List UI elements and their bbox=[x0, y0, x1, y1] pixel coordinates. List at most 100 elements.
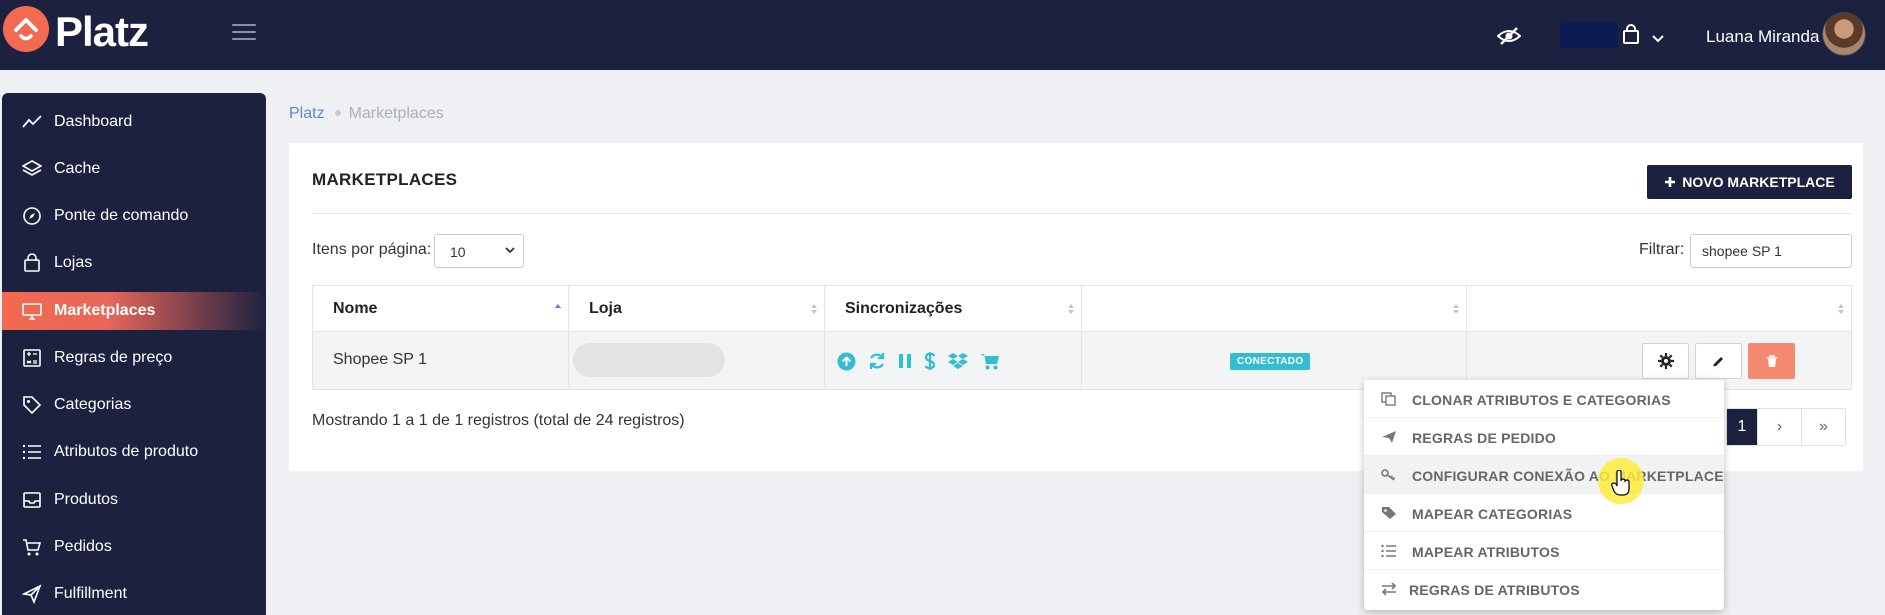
refresh-icon[interactable] bbox=[868, 352, 886, 370]
monitor-icon bbox=[22, 303, 42, 320]
pagination-info: Mostrando 1 a 1 de 1 registros (total de… bbox=[312, 412, 685, 429]
compass-icon bbox=[23, 207, 41, 225]
top-bar: Platz Luana Miranda bbox=[0, 0, 1885, 70]
pencil-icon bbox=[1713, 356, 1723, 367]
store-placeholder bbox=[573, 343, 725, 377]
sidebar-item-label: Cache bbox=[54, 160, 101, 177]
page-title: MARKETPLACES bbox=[312, 170, 458, 189]
per-page-label: Itens por página: bbox=[312, 241, 432, 258]
brand-name[interactable]: Platz bbox=[55, 8, 149, 56]
breadcrumb-root[interactable]: Platz bbox=[289, 105, 325, 122]
cell-nome: Shopee SP 1 bbox=[313, 332, 569, 390]
sidebar-item-regras-de-preco[interactable]: Regras de preço bbox=[2, 339, 266, 377]
hide-eye-icon[interactable] bbox=[1496, 26, 1522, 51]
sidebar-item-atributos-de-produto[interactable]: Atributos de produto bbox=[2, 433, 266, 471]
marketplace-actions-menu: CLONAR ATRIBUTOS E CATEGORIAS REGRAS DE … bbox=[1364, 380, 1724, 610]
cell-loja bbox=[569, 332, 825, 390]
sort-icon bbox=[811, 304, 817, 314]
shopping-bag-icon[interactable] bbox=[1622, 24, 1640, 49]
menu-item-label: CONFIGURAR CONEXÃO AO MARKETPLACE bbox=[1412, 468, 1724, 484]
user-name[interactable]: Luana Miranda bbox=[1706, 27, 1819, 47]
menu-item-clonar[interactable]: CLONAR ATRIBUTOS E CATEGORIAS bbox=[1364, 380, 1724, 418]
menu-item-configurar-conexao[interactable]: CONFIGURAR CONEXÃO AO MARKETPLACE bbox=[1364, 456, 1724, 494]
sidebar-item-label: Ponte de comando bbox=[54, 207, 189, 224]
menu-item-mapear-atributos[interactable]: MAPEAR ATRIBUTOS bbox=[1364, 532, 1724, 570]
menu-item-regras-de-pedido[interactable]: REGRAS DE PEDIDO bbox=[1364, 418, 1724, 456]
settings-button[interactable] bbox=[1642, 343, 1689, 379]
sidebar-item-label: Regras de preço bbox=[54, 349, 173, 366]
column-header-actions[interactable] bbox=[1467, 286, 1851, 331]
paper-plane-icon bbox=[1382, 431, 1396, 443]
sidebar-item-lojas[interactable]: Lojas bbox=[2, 244, 266, 282]
status-badge: CONECTADO bbox=[1230, 353, 1311, 370]
sidebar-item-categorias[interactable]: Categorias bbox=[2, 386, 266, 424]
sidebar-item-dashboard[interactable]: Dashboard bbox=[2, 103, 266, 141]
menu-item-label: CLONAR ATRIBUTOS E CATEGORIAS bbox=[1412, 392, 1671, 408]
column-header-nome[interactable]: Nome bbox=[313, 286, 569, 331]
column-header-status[interactable] bbox=[1082, 286, 1467, 331]
per-page-select[interactable]: 10 bbox=[434, 234, 524, 268]
sidebar-item-label: Dashboard bbox=[54, 113, 133, 130]
cart-icon[interactable] bbox=[980, 352, 1001, 370]
cart-icon bbox=[23, 539, 42, 556]
sidebar-item-label: Marketplaces bbox=[54, 302, 156, 319]
sidebar-item-pedidos[interactable]: Pedidos bbox=[2, 528, 266, 566]
sidebar: Dashboard Cache Ponte de comando Lojas M… bbox=[2, 93, 266, 615]
sort-icon bbox=[1453, 304, 1459, 314]
copy-icon bbox=[1381, 392, 1396, 406]
breadcrumb-current: Marketplaces bbox=[348, 105, 444, 122]
menu-toggle-icon[interactable] bbox=[232, 24, 256, 42]
edit-button[interactable] bbox=[1695, 343, 1742, 379]
page-button[interactable]: 1 bbox=[1727, 409, 1757, 445]
key-icon bbox=[1381, 469, 1396, 481]
sidebar-item-label: Produtos bbox=[54, 491, 119, 508]
avatar[interactable] bbox=[1822, 12, 1866, 56]
column-header-loja[interactable]: Loja bbox=[569, 286, 825, 331]
shopping-bag-icon bbox=[24, 253, 40, 272]
sort-icon bbox=[1068, 304, 1074, 314]
marketplace-name: Shopee SP 1 bbox=[333, 351, 428, 368]
dropbox-icon[interactable] bbox=[948, 352, 968, 370]
list-icon bbox=[1381, 544, 1396, 558]
platz-logo-icon[interactable] bbox=[3, 6, 49, 52]
marketplaces-table: Nome Loja Sincronizações Shopee SP 1 CON… bbox=[312, 285, 1852, 390]
hand-cursor-icon bbox=[1611, 470, 1630, 496]
sidebar-item-label: Categorias bbox=[54, 396, 132, 413]
column-header-label: Loja bbox=[589, 300, 622, 317]
pause-icon[interactable] bbox=[898, 353, 912, 369]
new-marketplace-label: NOVO MARKETPLACE bbox=[1682, 174, 1835, 190]
exchange-icon bbox=[1381, 582, 1397, 596]
column-header-sincronizacoes[interactable]: Sincronizações bbox=[825, 286, 1082, 331]
layers-icon bbox=[22, 160, 42, 176]
sidebar-item-fulfillment[interactable]: Fulfillment bbox=[2, 575, 266, 613]
tag-icon bbox=[1382, 507, 1396, 519]
menu-item-label: MAPEAR ATRIBUTOS bbox=[1412, 544, 1560, 560]
sidebar-item-ponte-de-comando[interactable]: Ponte de comando bbox=[2, 197, 266, 235]
chevron-down-icon bbox=[505, 247, 515, 254]
dollar-icon[interactable] bbox=[924, 351, 936, 371]
sidebar-item-produtos[interactable]: Produtos bbox=[2, 481, 266, 519]
sidebar-item-label: Lojas bbox=[54, 254, 93, 271]
trash-icon bbox=[1766, 354, 1777, 367]
plus-icon bbox=[1665, 177, 1676, 187]
menu-item-mapear-categorias[interactable]: MAPEAR CATEGORIAS bbox=[1364, 494, 1724, 532]
calculator-icon bbox=[23, 349, 41, 367]
next-page-button[interactable]: › bbox=[1757, 409, 1801, 445]
delete-button[interactable] bbox=[1748, 343, 1795, 379]
cell-sincronizacoes bbox=[825, 332, 1082, 390]
filter-input[interactable] bbox=[1690, 234, 1852, 268]
upload-icon[interactable] bbox=[837, 352, 856, 371]
breadcrumb: Platz Marketplaces bbox=[289, 105, 444, 123]
sidebar-item-marketplaces[interactable]: Marketplaces bbox=[2, 292, 266, 330]
divider bbox=[312, 213, 1852, 214]
menu-item-regras-de-atributos[interactable]: REGRAS DE ATRIBUTOS bbox=[1364, 570, 1724, 608]
sidebar-item-cache[interactable]: Cache bbox=[2, 150, 266, 188]
new-marketplace-button[interactable]: NOVO MARKETPLACE bbox=[1647, 165, 1852, 199]
menu-item-label: MAPEAR CATEGORIAS bbox=[1412, 506, 1573, 522]
pagination: 1 › » bbox=[1726, 408, 1846, 446]
per-page-value: 10 bbox=[450, 244, 466, 260]
inbox-icon bbox=[23, 492, 41, 508]
last-page-button[interactable]: » bbox=[1801, 409, 1845, 445]
chevron-down-icon[interactable] bbox=[1652, 30, 1664, 48]
store-selector-pill[interactable] bbox=[1560, 22, 1618, 48]
